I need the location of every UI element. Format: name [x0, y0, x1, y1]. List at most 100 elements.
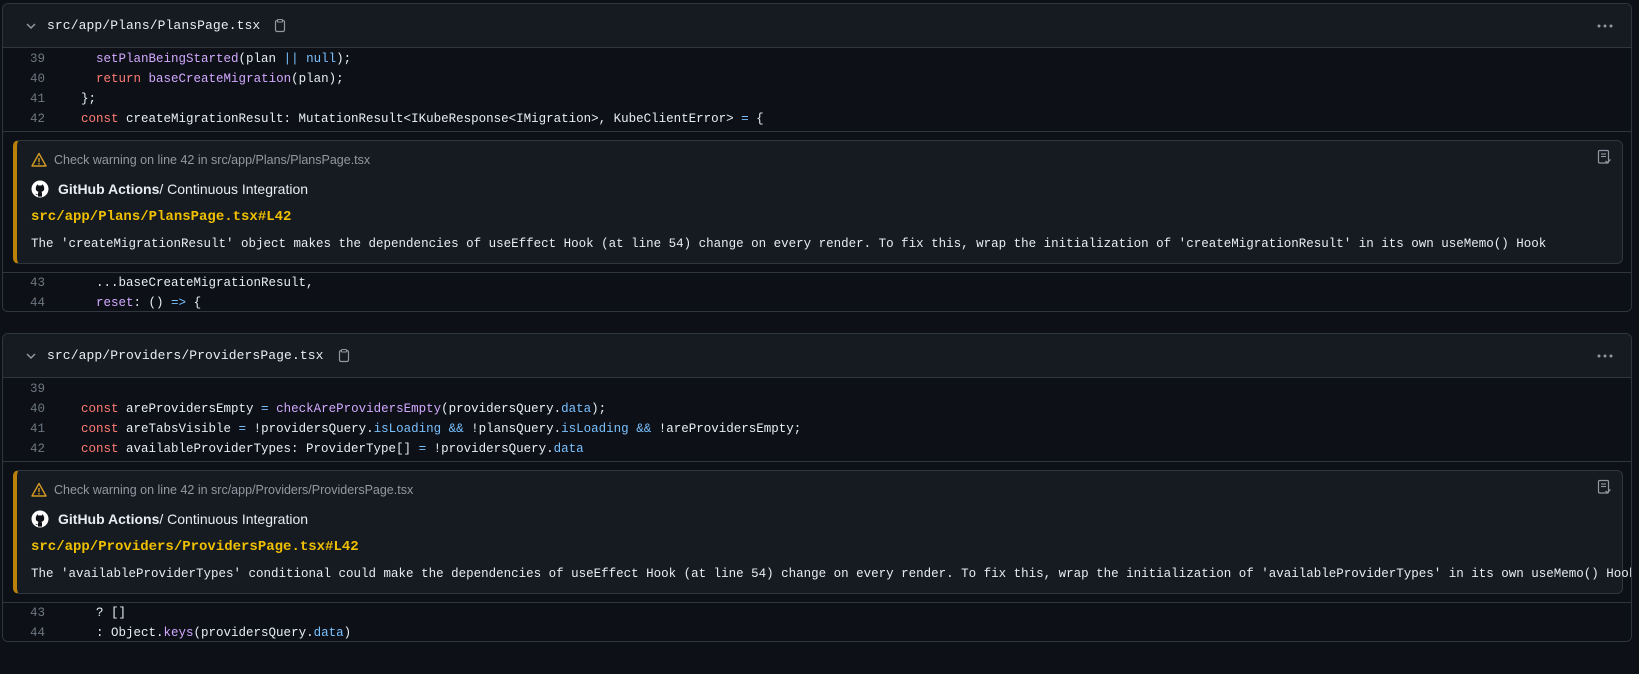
checklist-icon[interactable]: [1596, 149, 1612, 165]
annotation-link[interactable]: src/app/Providers/ProvidersPage.tsx#L42: [31, 537, 1608, 557]
line-number[interactable]: 43: [3, 276, 61, 290]
file-name[interactable]: src/app/Providers/ProvidersPage.tsx: [47, 348, 324, 363]
line-number[interactable]: 40: [3, 402, 61, 416]
chevron-down-icon[interactable]: [23, 348, 39, 364]
line-number[interactable]: 42: [3, 442, 61, 456]
code-token: checkAreProvidersEmpty: [276, 402, 442, 416]
code-token: );: [591, 402, 607, 416]
code-token: =: [238, 422, 247, 436]
copy-icon[interactable]: [272, 18, 288, 34]
code-token: data: [561, 402, 592, 416]
annotation-title-text: Check warning on line 42 in src/app/Prov…: [54, 483, 414, 497]
github-mark-icon: [31, 510, 49, 528]
code-token: &&: [448, 422, 464, 436]
code-token: isLoading: [561, 422, 629, 436]
code-token: setPlanBeingStarted: [96, 52, 239, 66]
annotation-message: The 'availableProviderTypes' conditional…: [31, 567, 1632, 581]
annotation-source-app: GitHub Actions: [58, 511, 160, 527]
line-number[interactable]: 39: [3, 52, 61, 66]
github-mark-icon: [31, 180, 49, 198]
checklist-icon[interactable]: [1596, 479, 1612, 495]
file-diff-plans: src/app/Plans/PlansPage.tsx 39 setPlanBe…: [2, 3, 1632, 312]
line-content: const createMigrationResult: MutationRes…: [61, 112, 764, 126]
code-token: &&: [636, 422, 652, 436]
annotation-source-workflow: / Continuous Integration: [159, 511, 309, 527]
line-content: setPlanBeingStarted(plan || null);: [61, 52, 351, 66]
line-content: const areProvidersEmpty = checkAreProvid…: [61, 402, 606, 416]
code-token: null: [306, 52, 337, 66]
code-token: keys: [163, 626, 194, 640]
code-line: 43 ...baseCreateMigrationResult,: [3, 273, 1631, 293]
line-content: const areTabsVisible = !providersQuery.i…: [61, 422, 801, 436]
line-number[interactable]: 39: [3, 382, 61, 396]
code-token: return: [96, 72, 142, 86]
line-number[interactable]: 40: [3, 72, 61, 86]
line-content: const availableProviderTypes: ProviderTy…: [61, 442, 584, 456]
kebab-horizontal-icon[interactable]: [1595, 348, 1615, 364]
code-token: ...baseCreateMigrationResult,: [96, 276, 314, 290]
line-content: reset: () => {: [61, 296, 201, 310]
line-content: ...baseCreateMigrationResult,: [61, 276, 314, 290]
line-number[interactable]: 41: [3, 92, 61, 106]
alert-icon: [31, 152, 47, 168]
line-content: };: [61, 92, 96, 106]
code-line: 39: [3, 379, 1631, 399]
code-token: : Object.: [96, 626, 164, 640]
copy-icon[interactable]: [336, 348, 352, 364]
code-token: createMigrationResult: MutationResult<IK…: [118, 112, 742, 126]
annotation-row: Check warning on line 42 in src/app/Prov…: [3, 461, 1631, 603]
code-token: !providersQuery.: [246, 422, 374, 436]
line-number[interactable]: 44: [3, 296, 61, 310]
code-token: reset: [96, 296, 134, 310]
code-before: 39 setPlanBeingStarted(plan || null); 40 …: [3, 48, 1631, 129]
code-token: areTabsVisible: [118, 422, 239, 436]
file-header: src/app/Plans/PlansPage.tsx: [3, 4, 1631, 48]
annotation-source: GitHub Actions / Continuous Integration: [31, 509, 1608, 529]
code-line: 40 return baseCreateMigration(plan);: [3, 69, 1631, 89]
chevron-down-icon[interactable]: [23, 18, 39, 34]
check-annotation: Check warning on line 42 in src/app/Prov…: [13, 470, 1632, 594]
code-token: : (): [133, 296, 172, 310]
line-content: : Object.keys(providersQuery.data): [61, 626, 351, 640]
line-number[interactable]: 43: [3, 606, 61, 620]
code-token: =: [261, 402, 269, 416]
line-number[interactable]: 44: [3, 626, 61, 640]
code-line: 44 reset: () => {: [3, 293, 1631, 311]
annotation-link[interactable]: src/app/Plans/PlansPage.tsx#L42: [31, 207, 1608, 227]
annotation-title-text: Check warning on line 42 in src/app/Plan…: [54, 153, 371, 167]
code-token: data: [553, 442, 584, 456]
code-token: ||: [283, 52, 299, 66]
file-diff-providers: src/app/Providers/ProvidersPage.tsx 39 40…: [2, 333, 1632, 642]
check-annotation: Check warning on line 42 in src/app/Plan…: [13, 140, 1623, 264]
code-token: };: [81, 92, 97, 106]
code-token: const: [81, 402, 119, 416]
line-content: return baseCreateMigration(plan);: [61, 72, 344, 86]
code-token: (providersQuery.: [193, 626, 314, 640]
line-number[interactable]: 42: [3, 112, 61, 126]
code-line: 42 const availableProviderTypes: Provider…: [3, 439, 1631, 459]
alert-icon: [31, 482, 47, 498]
code-token: (plan);: [291, 72, 344, 86]
annotation-source: GitHub Actions / Continuous Integration: [31, 179, 1608, 199]
code-token: ): [343, 626, 352, 640]
line-number[interactable]: 41: [3, 422, 61, 436]
code-token: =: [418, 442, 427, 456]
annotation-source-app: GitHub Actions: [58, 181, 160, 197]
code-token: !providersQuery.: [426, 442, 554, 456]
code-line: 39 setPlanBeingStarted(plan || null);: [3, 49, 1631, 69]
file-header: src/app/Providers/ProvidersPage.tsx: [3, 334, 1631, 378]
line-content: ? []: [61, 606, 126, 620]
file-name[interactable]: src/app/Plans/PlansPage.tsx: [47, 18, 260, 33]
code-token: isLoading: [373, 422, 442, 436]
code-line: 41};: [3, 89, 1631, 109]
annotation-title: Check warning on line 42 in src/app/Plan…: [31, 151, 1608, 169]
code-after: 43 ...baseCreateMigrationResult, 44 reset…: [3, 273, 1631, 311]
code-token: );: [336, 52, 352, 66]
code-token: (providersQuery.: [441, 402, 562, 416]
kebab-horizontal-icon[interactable]: [1595, 18, 1615, 34]
code-after: 43 ? [] 44 : Object.keys(providersQuery.d…: [3, 603, 1631, 641]
code-line: 40 const areProvidersEmpty = checkAreProv…: [3, 399, 1631, 419]
